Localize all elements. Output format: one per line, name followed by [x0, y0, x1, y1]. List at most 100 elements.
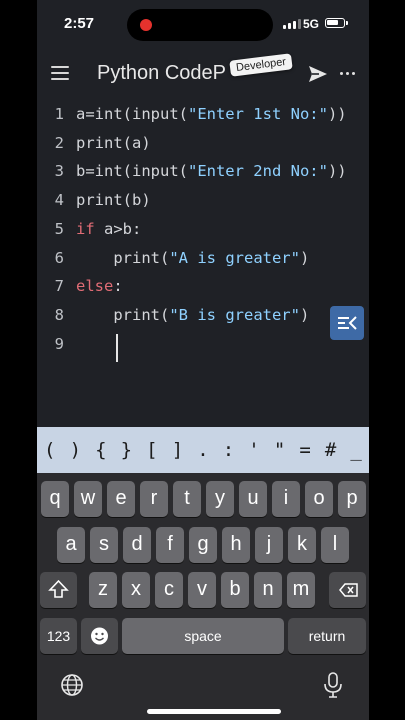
code-token: b=int(input(	[76, 162, 188, 181]
line-number: 1	[54, 105, 64, 123]
hamburger-menu-icon[interactable]	[51, 66, 69, 80]
key-v[interactable]: v	[188, 572, 216, 608]
key-c[interactable]: c	[155, 572, 183, 608]
symbol-key[interactable]: .	[190, 439, 216, 461]
home-indicator	[147, 709, 281, 714]
code-token: :	[113, 277, 123, 296]
microphone-icon[interactable]	[321, 671, 345, 699]
shift-key[interactable]	[40, 572, 77, 608]
key-j[interactable]: j	[255, 527, 283, 563]
key-d[interactable]: d	[123, 527, 151, 563]
recording-indicator-icon	[140, 19, 152, 31]
keyword-token: if	[76, 219, 95, 238]
return-key[interactable]: return	[288, 618, 366, 654]
symbol-key[interactable]: _	[343, 439, 369, 461]
backspace-key[interactable]	[329, 572, 366, 608]
keyword-token: else	[76, 277, 114, 296]
symbol-key[interactable]: }	[114, 439, 140, 461]
code-line[interactable]: 6 print("A is greater")	[37, 249, 369, 277]
code-editor[interactable]: 1 a=int(input("Enter 1st No:")) 2 print(a) 3…	[37, 100, 369, 427]
send-run-icon[interactable]	[307, 64, 329, 84]
key-z[interactable]: z	[89, 572, 117, 608]
code-token: ))	[327, 105, 347, 123]
key-s[interactable]: s	[90, 527, 118, 563]
dynamic-island	[127, 9, 273, 41]
key-e[interactable]: e	[107, 481, 135, 517]
code-text: b=int(input("Enter 2nd No:"))	[76, 162, 347, 180]
code-line[interactable]: 4 print(b)	[37, 191, 369, 219]
key-l[interactable]: l	[321, 527, 349, 563]
emoji-key[interactable]	[81, 618, 118, 654]
text-cursor	[116, 334, 118, 362]
key-p[interactable]: p	[338, 481, 366, 517]
symbol-bar: (){}[].: ' " = # _	[37, 427, 369, 473]
symbol-key[interactable]: '	[241, 439, 267, 461]
code-token: print(a)	[76, 133, 151, 152]
string-token: "Enter 1st No:"	[187, 105, 328, 123]
line-number: 5	[54, 219, 64, 238]
symbol-key[interactable]: (	[37, 439, 63, 461]
string-token: "A is greater"	[169, 248, 300, 267]
line-number: 7	[54, 277, 64, 296]
code-token: )	[299, 305, 310, 324]
key-k[interactable]: k	[288, 527, 316, 563]
globe-icon[interactable]	[59, 672, 85, 698]
key-a[interactable]: a	[57, 527, 85, 563]
key-r[interactable]: r	[140, 481, 168, 517]
key-m[interactable]: m	[287, 572, 315, 608]
developer-badge: Developer	[229, 53, 293, 77]
key-b[interactable]: b	[221, 572, 249, 608]
string-token: "B is greater"	[169, 305, 300, 324]
key-q[interactable]: q	[41, 481, 69, 517]
key-o[interactable]: o	[305, 481, 333, 517]
key-y[interactable]: y	[206, 481, 234, 517]
code-text: else:	[76, 277, 123, 295]
key-g[interactable]: g	[189, 527, 217, 563]
symbol-key[interactable]: )	[63, 439, 89, 461]
phone-screen: 2: 5 7 5G Python CodeP Developer 1 a=int(in…	[37, 0, 369, 720]
symbol-key[interactable]: #	[318, 439, 344, 461]
code-token: a=int(input(	[76, 105, 188, 123]
code-text: print("A is greater")	[76, 249, 309, 267]
code-line[interactable]: 9	[37, 335, 369, 363]
key-f[interactable]: f	[156, 527, 184, 563]
code-token: ))	[327, 162, 347, 181]
code-line[interactable]: 8 print("B is greater")	[37, 306, 369, 334]
symbol-key[interactable]: "	[267, 439, 293, 461]
code-token: print(	[76, 305, 170, 324]
key-h[interactable]: h	[222, 527, 250, 563]
code-text: print(b)	[76, 191, 151, 209]
code-token: print(	[76, 248, 170, 267]
numbers-key[interactable]: 123	[40, 618, 77, 654]
symbol-key[interactable]: ]	[165, 439, 191, 461]
code-line[interactable]: 3 b=int(input("Enter 2nd No:"))	[37, 162, 369, 190]
delete-icon	[339, 583, 358, 597]
more-options-icon[interactable]	[340, 72, 355, 75]
key-x[interactable]: x	[122, 572, 150, 608]
network-type: 5G	[303, 17, 320, 31]
symbol-key[interactable]: =	[292, 439, 318, 461]
code-token: a>b:	[94, 219, 142, 238]
code-line[interactable]: 1 a=int(input("Enter 1st No:"))	[37, 105, 369, 133]
code-line[interactable]: 2 print(a)	[37, 134, 369, 162]
key-i[interactable]: i	[272, 481, 300, 517]
symbol-key[interactable]: {	[88, 439, 114, 461]
code-line[interactable]: 5 if a>b:	[37, 220, 369, 248]
line-number: 3	[54, 162, 64, 181]
code-text: print(a)	[76, 134, 151, 152]
collapse-toolbar-button[interactable]	[330, 306, 364, 340]
space-key[interactable]: space	[122, 618, 284, 654]
symbol-key[interactable]: [	[139, 439, 165, 461]
symbol-key[interactable]: :	[216, 439, 242, 461]
key-t[interactable]: t	[173, 481, 201, 517]
key-n[interactable]: n	[254, 572, 282, 608]
code-line[interactable]: 7 else:	[37, 277, 369, 305]
shift-arrow-icon	[48, 579, 69, 598]
line-number: 6	[54, 248, 64, 267]
line-number: 2	[54, 133, 64, 152]
code-text: print("B is greater")	[76, 306, 309, 324]
app-bar: Python CodeP Developer	[37, 48, 369, 100]
app-title: Python CodeP	[97, 62, 226, 84]
key-w[interactable]: w	[74, 481, 102, 517]
key-u[interactable]: u	[239, 481, 267, 517]
